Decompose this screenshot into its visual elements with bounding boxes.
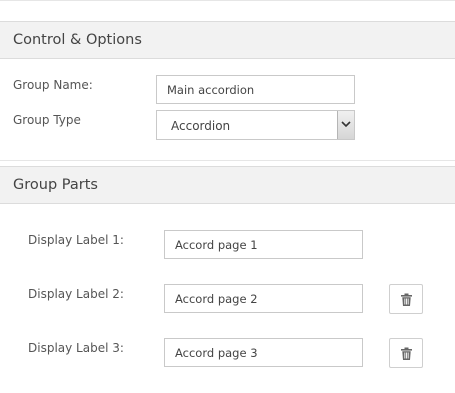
group-settings-panel: Control & Options Group Name: Group Type… xyxy=(0,0,455,393)
display-label-2-input[interactable] xyxy=(164,284,363,313)
group-parts-title: Group Parts xyxy=(13,177,98,193)
top-divider xyxy=(0,0,455,1)
display-label-2-label: Display Label 2: xyxy=(28,287,124,301)
group-type-selected-value: Accordion xyxy=(171,119,231,133)
group-parts-header: Group Parts xyxy=(0,166,455,204)
trash-icon xyxy=(401,347,412,360)
display-label-3-input[interactable] xyxy=(164,338,363,367)
control-options-header: Control & Options xyxy=(0,21,455,59)
display-label-3-label: Display Label 3: xyxy=(28,341,124,355)
control-options-title: Control & Options xyxy=(13,32,142,48)
delete-part-2-button[interactable] xyxy=(389,284,423,314)
group-name-label: Group Name: xyxy=(13,78,93,92)
delete-part-3-button[interactable] xyxy=(389,338,423,368)
group-type-label: Group Type xyxy=(13,113,81,127)
trash-icon xyxy=(401,293,412,306)
display-label-1-label: Display Label 1: xyxy=(28,233,124,247)
group-type-dropdown-button[interactable] xyxy=(337,111,354,139)
group-type-select[interactable]: Accordion xyxy=(156,110,355,140)
section-divider xyxy=(0,160,455,161)
chevron-down-icon xyxy=(341,121,351,128)
display-label-1-input[interactable] xyxy=(164,230,363,259)
group-name-input[interactable] xyxy=(156,75,355,104)
